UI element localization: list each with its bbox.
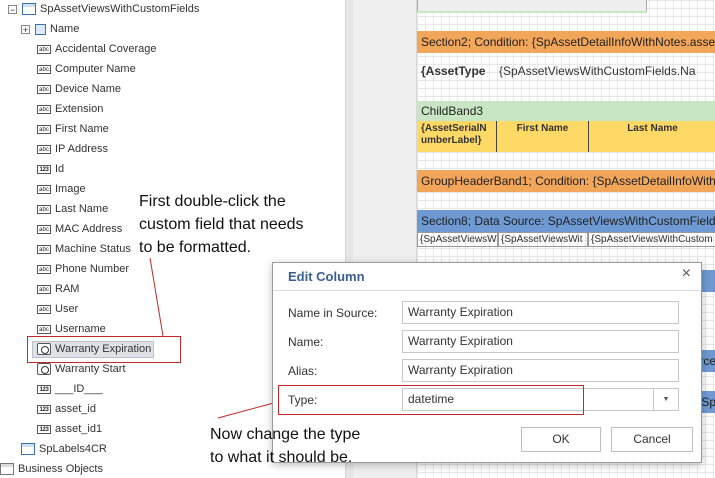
dialog-title: Edit Column: [288, 269, 365, 284]
name-label: Name:: [288, 335, 324, 349]
ok-button[interactable]: OK: [521, 427, 601, 452]
chevron-down-icon[interactable]: ▼: [653, 389, 678, 410]
name-in-source-label: Name in Source:: [288, 306, 378, 320]
dialog-divider: [273, 290, 701, 291]
alias-field[interactable]: Warranty Expiration: [402, 359, 679, 382]
name-field[interactable]: Warranty Expiration: [402, 330, 679, 353]
note2-line: Now change the type: [210, 426, 361, 443]
alias-label: Alias:: [288, 364, 318, 378]
name-in-source-field[interactable]: Warranty Expiration: [402, 301, 679, 324]
close-icon[interactable]: ×: [682, 265, 691, 283]
arrow-line-1: [149, 257, 164, 337]
annotation-box-type: [278, 385, 584, 415]
instruction-note-2: Now change the type to what it should be…: [210, 423, 360, 469]
note2-line: to what it should be.: [210, 449, 353, 466]
cancel-button[interactable]: Cancel: [611, 427, 693, 452]
